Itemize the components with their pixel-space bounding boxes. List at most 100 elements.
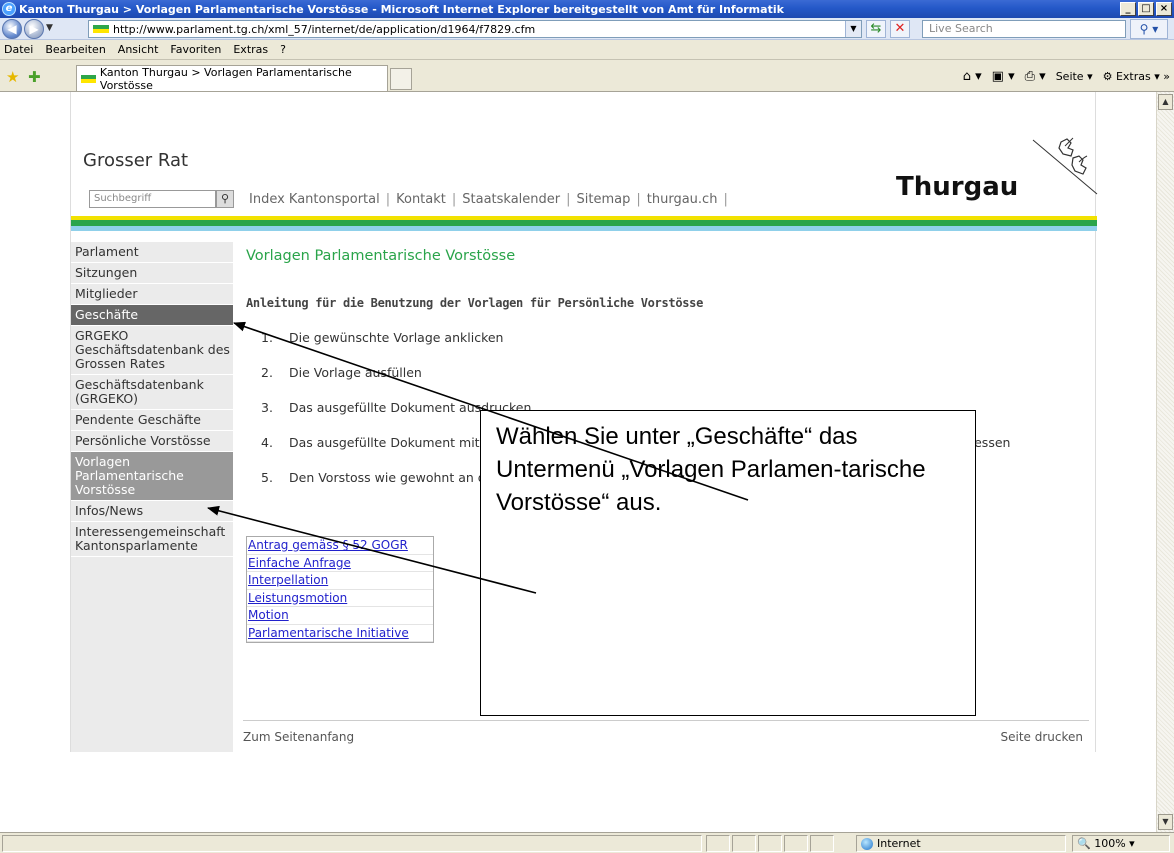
link-antrag-52-gogr[interactable]: Antrag gemäss § 52 GOGR (247, 537, 433, 555)
zone-label: Internet (877, 837, 921, 850)
site-favicon-icon (93, 25, 109, 33)
nav-item-grgeko[interactable]: GRGEKO Geschäftsdatenbank des Grossen Ra… (71, 326, 233, 375)
step-number: 1. (261, 330, 273, 345)
site-search-input[interactable]: Suchbegriff (89, 190, 216, 208)
menu-ansicht[interactable]: Ansicht (118, 43, 159, 56)
intro-heading: Anleitung für die Benutzung der Vorlagen… (246, 296, 704, 310)
nav-item-interessengemeinschaft[interactable]: Interessengemeinschaft Kantonsparlamente (71, 522, 233, 557)
link-thurgau-ch[interactable]: thurgau.ch (647, 192, 718, 207)
forward-button[interactable]: ▶ (24, 19, 44, 39)
nav-item-vorlagen-vorstoesse[interactable]: Vorlagen Parlamentarische Vorstösse (71, 452, 233, 501)
step-text: Die Vorlage ausfüllen (289, 365, 422, 380)
template-links: Antrag gemäss § 52 GOGR Einfache Anfrage… (246, 536, 434, 643)
nav-item-infos-news[interactable]: Infos/News (71, 501, 233, 522)
separator: | (636, 192, 641, 207)
list-item: 1. Die gewünschte Vorlage anklicken (246, 324, 1066, 359)
history-dropdown-icon[interactable]: ▼ (46, 23, 53, 33)
annotation-text: Wählen Sie unter „Geschäfte“ das Unterme… (496, 423, 926, 516)
live-search-input[interactable]: Live Search (922, 20, 1126, 38)
ie-icon: e (2, 2, 16, 16)
tools-menu-label: Extras (1115, 70, 1151, 83)
add-favorite-icon[interactable]: ✚ (28, 68, 41, 86)
page-menu[interactable]: Seite ▾ (1056, 70, 1093, 83)
site-search-icon[interactable]: ⚲ (216, 190, 234, 208)
stop-icon[interactable]: ✕ (890, 20, 910, 38)
scroll-up-icon[interactable]: ▲ (1158, 94, 1173, 110)
favorites-star-icon[interactable]: ★ (6, 68, 19, 86)
separator: | (566, 192, 571, 207)
link-motion[interactable]: Motion (247, 607, 433, 625)
thurgau-lions-icon (1032, 137, 1098, 195)
link-parlamentarische-initiative[interactable]: Parlamentarische Initiative (247, 625, 433, 642)
color-stripes (71, 216, 1097, 232)
command-bar: ⌂ ▾ ▣ ▾ ⎙ ▾ Seite ▾ ⚙ Extras ▾ » (963, 69, 1170, 84)
nav-item-pendente-geschaefte[interactable]: Pendente Geschäfte (71, 410, 233, 431)
close-button[interactable]: × (1156, 2, 1172, 16)
window-title: Kanton Thurgau > Vorlagen Parlamentarisc… (19, 2, 784, 16)
address-dropdown-icon[interactable]: ▼ (845, 21, 861, 37)
link-interpellation[interactable]: Interpellation (247, 572, 433, 590)
globe-icon (861, 838, 873, 850)
nav-item-mitglieder[interactable]: Mitglieder (71, 284, 233, 305)
step-number: 4. (261, 435, 273, 450)
zoom-control[interactable]: 🔍 100% ▾ (1072, 835, 1170, 852)
link-leistungsmotion[interactable]: Leistungsmotion (247, 590, 433, 607)
feeds-icon[interactable]: ▣ ▾ (992, 69, 1015, 84)
step-number: 5. (261, 470, 273, 485)
top-links: Index Kantonsportal | Kontakt | Staatska… (249, 192, 734, 207)
thurgau-logo[interactable]: Thurgau (896, 172, 1018, 202)
tab-title: Kanton Thurgau > Vorlagen Parlamentarisc… (99, 65, 352, 92)
nav-item-parlament[interactable]: Parlament (71, 242, 233, 263)
print-icon[interactable]: ⎙ ▾ (1025, 69, 1046, 84)
tab-current[interactable]: Kanton Thurgau > Vorlagen Parlamentarisc… (76, 65, 388, 92)
address-url: http://www.parlament.tg.ch/xml_57/intern… (113, 22, 536, 36)
menu-datei[interactable]: Datei (4, 43, 33, 56)
link-einfache-anfrage[interactable]: Einfache Anfrage (247, 555, 433, 572)
step-number: 3. (261, 400, 273, 415)
list-item: 2. Die Vorlage ausfüllen (246, 359, 1066, 394)
security-zone[interactable]: Internet (856, 835, 1066, 852)
tab-bar: ★ ✚ Kanton Thurgau > Vorlagen Parlamenta… (0, 60, 1174, 92)
left-navigation: Parlament Sitzungen Mitglieder Geschäfte… (71, 242, 233, 752)
print-page-link[interactable]: Seite drucken (1001, 730, 1084, 744)
status-pane (732, 835, 756, 852)
home-icon[interactable]: ⌂ ▾ (963, 69, 982, 84)
menu-help[interactable]: ? (280, 43, 286, 56)
link-kontakt[interactable]: Kontakt (396, 192, 446, 207)
nav-item-geschaefte[interactable]: Geschäfte (71, 305, 233, 326)
vertical-scrollbar[interactable]: ▲ ▼ (1156, 92, 1174, 832)
nav-item-persoenliche-vorstoesse[interactable]: Persönliche Vorstösse (71, 431, 233, 452)
link-staatskalender[interactable]: Staatskalender (462, 192, 560, 207)
status-pane (810, 835, 834, 852)
new-tab-button[interactable] (390, 68, 412, 90)
window-controls: _ □ × (1120, 2, 1172, 16)
status-pane (706, 835, 730, 852)
window-titlebar: e Kanton Thurgau > Vorlagen Parlamentari… (0, 0, 1174, 18)
refresh-icon[interactable]: ⇆ (866, 20, 886, 38)
minimize-button[interactable]: _ (1120, 2, 1136, 16)
back-to-top-link[interactable]: Zum Seitenanfang (243, 730, 354, 744)
menu-extras[interactable]: Extras (233, 43, 268, 56)
maximize-button[interactable]: □ (1138, 2, 1154, 16)
scroll-down-icon[interactable]: ▼ (1158, 814, 1173, 830)
address-toolbar: ◀ ▶ ▼ http://www.parlament.tg.ch/xml_57/… (0, 18, 1174, 40)
step-text: Die gewünschte Vorlage anklicken (289, 330, 504, 345)
separator: | (723, 192, 728, 207)
address-field[interactable]: http://www.parlament.tg.ch/xml_57/intern… (88, 20, 862, 38)
tab-favicon-icon (81, 74, 96, 83)
page-menu-label: Seite (1055, 70, 1084, 83)
status-pane (758, 835, 782, 852)
menu-bearbeiten[interactable]: Bearbeiten (45, 43, 105, 56)
footer-divider (243, 720, 1089, 721)
nav-item-sitzungen[interactable]: Sitzungen (71, 263, 233, 284)
tools-menu[interactable]: ⚙ Extras ▾ » (1103, 70, 1170, 83)
zoom-level: 100% (1094, 837, 1126, 850)
nav-item-geschaeftsdatenbank[interactable]: Geschäftsdatenbank (GRGEKO) (71, 375, 233, 410)
step-number: 2. (261, 365, 273, 380)
link-sitemap[interactable]: Sitemap (577, 192, 631, 207)
back-button[interactable]: ◀ (2, 19, 22, 39)
separator: | (451, 192, 457, 207)
menu-favoriten[interactable]: Favoriten (170, 43, 221, 56)
link-index-kantonsportal[interactable]: Index Kantonsportal (249, 192, 380, 207)
search-go-icon[interactable]: ⚲ ▾ (1130, 19, 1168, 39)
